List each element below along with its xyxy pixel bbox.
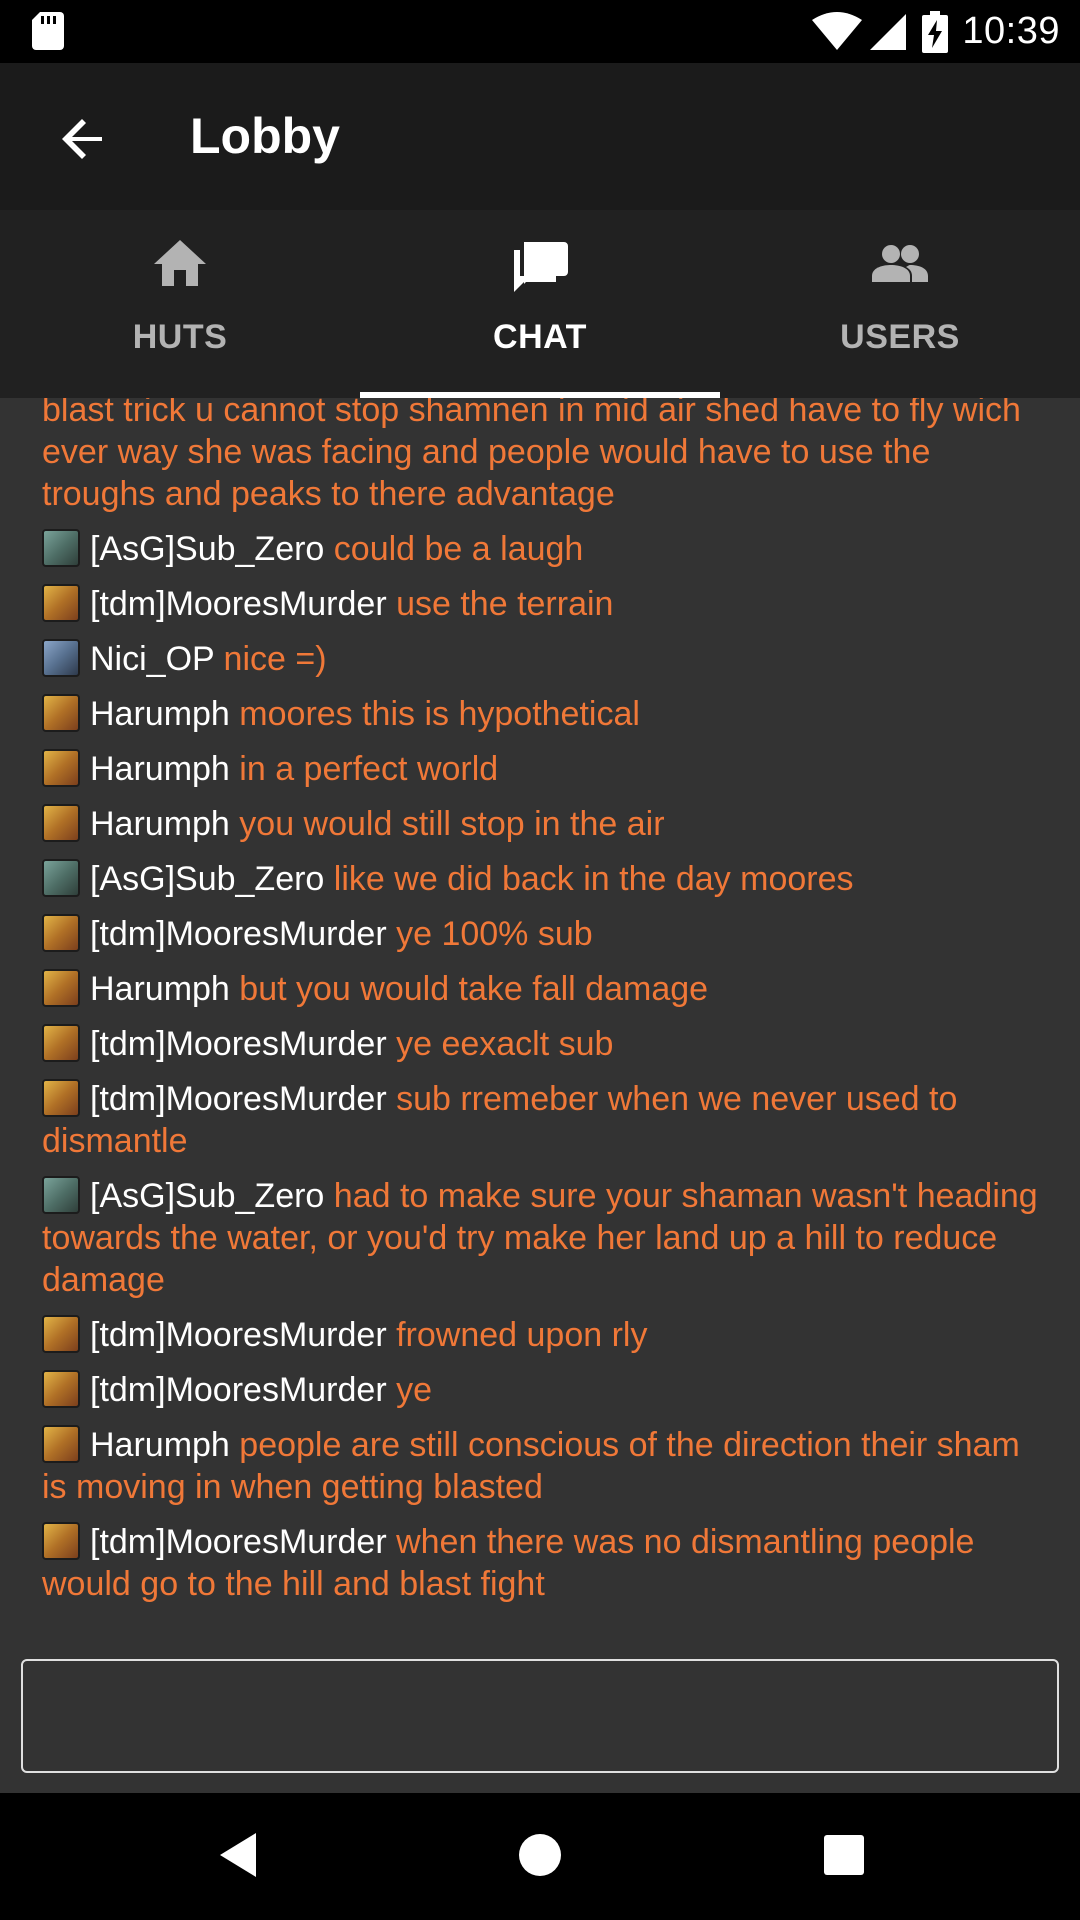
message-text: but you would take fall damage — [239, 970, 709, 1008]
chat-message: Nici_OP nice =) — [42, 638, 1038, 680]
avatar — [42, 1425, 80, 1463]
chat-message: [tdm]MooresMurder when there was no dism… — [42, 1521, 1038, 1605]
chat-icon — [514, 242, 568, 292]
tab-users[interactable]: USERS — [720, 210, 1080, 398]
message-input[interactable] — [21, 1659, 1059, 1773]
avatar — [42, 969, 80, 1007]
message-text: blast trick u cannot stop shamnen in mid… — [42, 398, 1021, 513]
chat-message: [AsG]Sub_Zero had to make sure your sham… — [42, 1175, 1038, 1301]
chat-message: Harumph moores this is hypothetical — [42, 693, 1038, 735]
battery-charging-icon — [922, 10, 949, 53]
message-username: Nici_OP — [90, 640, 215, 678]
arrow-back-icon[interactable] — [56, 111, 112, 167]
chat-message: [AsG]Sub_Zero like we did back in the da… — [42, 858, 1038, 900]
avatar — [42, 1522, 80, 1560]
message-text: could be a laugh — [333, 530, 584, 568]
message-text: ye 100% sub — [396, 915, 593, 953]
chat-message: [tdm]MooresMurder ye — [42, 1369, 1038, 1411]
message-username: Harumph — [90, 1426, 230, 1464]
people-icon — [872, 245, 928, 282]
message-text: ye — [396, 1371, 433, 1409]
tab-chat[interactable]: CHAT — [360, 210, 720, 398]
avatar — [42, 749, 80, 787]
message-username: [tdm]MooresMurder — [90, 1316, 387, 1354]
chat-message: Harumph people are still conscious of th… — [42, 1424, 1038, 1508]
chat-list: blast trick u cannot stop shamnen in mid… — [42, 398, 1038, 1618]
app-bar: Lobby — [0, 63, 1080, 210]
chat-message: [tdm]MooresMurder ye eexaclt sub — [42, 1023, 1038, 1065]
message-text: you would still stop in the air — [239, 805, 665, 843]
message-username: [AsG]Sub_Zero — [90, 530, 325, 568]
sd-card-icon — [32, 12, 64, 50]
avatar — [42, 1370, 80, 1408]
message-text: ye eexaclt sub — [396, 1025, 614, 1063]
avatar — [42, 584, 80, 622]
avatar — [42, 1079, 80, 1117]
message-username: Harumph — [90, 970, 230, 1008]
avatar — [42, 1024, 80, 1062]
status-time: 10:39 — [962, 10, 1060, 52]
page-title: Lobby — [190, 108, 340, 164]
home-icon — [154, 240, 206, 286]
status-bar: 10:39 — [0, 0, 1080, 63]
chat-message: Harumph you would still stop in the air — [42, 803, 1038, 845]
avatar — [42, 859, 80, 897]
avatar — [42, 529, 80, 567]
message-username: [tdm]MooresMurder — [90, 1025, 387, 1063]
message-text: like we did back in the day moores — [333, 860, 854, 898]
chat-message-partial: blast trick u cannot stop shamnen in mid… — [42, 398, 1038, 515]
message-text: in a perfect world — [239, 750, 499, 788]
recents-square-icon[interactable] — [812, 1823, 876, 1887]
avatar — [42, 914, 80, 952]
message-username: [AsG]Sub_Zero — [90, 860, 325, 898]
tab-users-label: USERS — [840, 318, 960, 356]
tab-huts-label: HUTS — [132, 318, 228, 356]
message-text: use the terrain — [396, 585, 614, 623]
avatar — [42, 1176, 80, 1214]
avatar — [42, 1315, 80, 1353]
chat-message: [tdm]MooresMurder frowned upon rly — [42, 1314, 1038, 1356]
message-username: Harumph — [90, 750, 230, 788]
system-nav-bar — [0, 1793, 1080, 1920]
message-text: frowned upon rly — [396, 1316, 648, 1354]
wifi-icon — [812, 11, 863, 50]
avatar — [42, 694, 80, 732]
chat-message: [tdm]MooresMurder ye 100% sub — [42, 913, 1038, 955]
chat-message: [AsG]Sub_Zero could be a laugh — [42, 528, 1038, 570]
cell-signal-icon — [870, 13, 907, 50]
message-username: [tdm]MooresMurder — [90, 1371, 387, 1409]
message-username: [tdm]MooresMurder — [90, 585, 387, 623]
tab-huts[interactable]: HUTS — [0, 210, 360, 398]
tab-bar: HUTS CHAT USERS — [0, 210, 1080, 398]
chat-message: Harumph but you would take fall damage — [42, 968, 1038, 1010]
chat-message: Harumph in a perfect world — [42, 748, 1038, 790]
avatar — [42, 639, 80, 677]
avatar — [42, 804, 80, 842]
message-text: moores this is hypothetical — [239, 695, 640, 733]
message-text: nice =) — [223, 640, 327, 678]
home-circle-icon[interactable] — [508, 1823, 572, 1887]
chat-messages[interactable]: blast trick u cannot stop shamnen in mid… — [0, 398, 1080, 1793]
message-username: Harumph — [90, 695, 230, 733]
chat-message: [tdm]MooresMurder use the terrain — [42, 583, 1038, 625]
message-username: [AsG]Sub_Zero — [90, 1177, 325, 1215]
message-username: Harumph — [90, 805, 230, 843]
chat-message: [tdm]MooresMurder sub rremeber when we n… — [42, 1078, 1038, 1162]
message-username: [tdm]MooresMurder — [90, 915, 387, 953]
message-username: [tdm]MooresMurder — [90, 1080, 387, 1118]
back-triangle-icon[interactable] — [208, 1823, 272, 1887]
message-username: [tdm]MooresMurder — [90, 1523, 387, 1561]
tab-chat-label: CHAT — [493, 318, 587, 356]
